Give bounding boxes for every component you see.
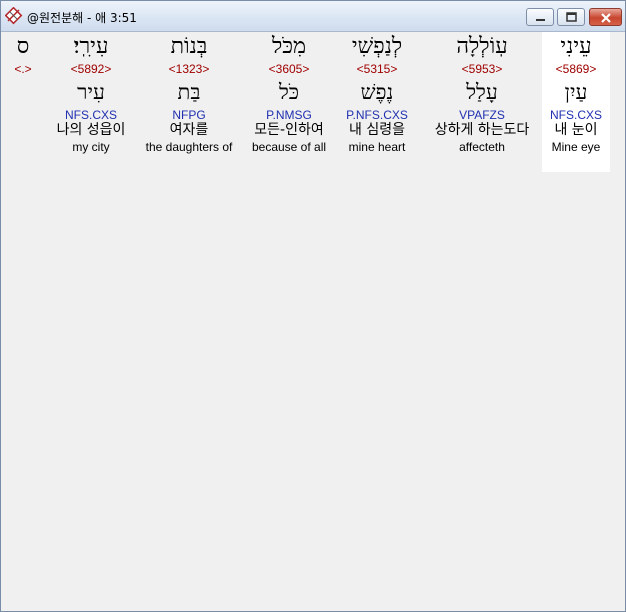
english-gloss: my city [72,140,110,154]
title-bar[interactable]: @원전분해 - 애 3:51 [1,1,625,32]
maximize-button[interactable] [557,8,585,26]
lexical-root: עִיר [77,80,105,104]
word-column[interactable]: בְּנוֹת <1323> בַּת NFPG 여자를 the daughters of [139,32,239,154]
lexical-root: בַּת [177,80,201,104]
hebrew-word: מִכֹּל [271,34,307,59]
app-logo-icon [4,6,23,25]
english-gloss: Mine eye [551,140,601,154]
word-column[interactable]: ס <.> [5,32,41,154]
hebrew-word: עִירִֽי׃ [73,34,109,59]
hebrew-word: לְנַפְשִׁי [351,34,403,59]
korean-gloss: 내 눈이 [554,122,598,138]
word-column[interactable]: לְנַפְשִׁי <5315> נֶפֶשׁ P.NFS.CXS 내 심령을 mine… [339,32,415,154]
english-gloss: the daughters of [145,140,233,154]
minimize-button[interactable] [526,8,554,26]
lexical-root: עַיִן [564,80,588,104]
english-gloss: because of all [251,140,327,154]
word-column[interactable]: מִכֹּל <3605> כֹּל P.NMSG 모든-인하여 because of a… [247,32,331,154]
strong-number: <5869> [555,62,597,76]
parsing-code: P.NMSG [266,108,312,122]
word-column[interactable]: עִירִֽי׃ <5892> עִיר NFS.CXS 나의 성읍이 my city [53,32,129,154]
lexical-root [5,76,41,108]
parsing-code: P.NFS.CXS [346,108,408,122]
word-column[interactable]: עֽוֹלְלָה <5953> עָלַל VPAFZS 상하게 하는도다 affect… [422,32,542,154]
word-column[interactable]: עֵינִי <5869> עַיִן NFS.CXS 내 눈이 Mine eye [542,32,610,172]
english-gloss: affecteth [459,140,505,154]
strong-number: <.> [14,62,32,76]
korean-gloss [5,122,41,140]
english-gloss [5,140,41,154]
app-window: @원전분해 - 애 3:51 עֵינִי <5869> עַיִן NFS.CXS 내… [0,0,626,612]
parsing-code: NFPG [172,108,206,122]
lexical-root: נֶפֶשׁ [360,80,394,104]
korean-gloss: 상하게 하는도다 [434,122,530,138]
word-analysis-panel: עֵינִי <5869> עַיִן NFS.CXS 내 눈이 Mine eye עֽוֹ… [5,32,621,608]
parsing-code: NFS.CXS [549,108,602,122]
strong-number: <1323> [168,62,210,76]
maximize-icon [566,12,577,22]
parsing-code [5,108,41,122]
hebrew-word: בְּנוֹת [170,34,208,59]
close-icon [601,13,611,23]
strong-number: <5315> [356,62,398,76]
window-title: @원전분해 - 애 3:51 [27,11,137,25]
close-button[interactable] [589,8,622,26]
korean-gloss: 내 심령을 [349,122,405,138]
strong-number: <5953> [461,62,503,76]
hebrew-word: עֽוֹלְלָה [456,34,508,59]
korean-gloss: 여자를 [169,122,209,138]
korean-gloss: 나의 성읍이 [56,122,126,138]
parsing-code: VPAFZS [459,108,505,122]
hebrew-word: ס [16,34,30,59]
lexical-root: עָלַל [466,80,498,104]
strong-number: <5892> [70,62,112,76]
strong-number: <3605> [268,62,310,76]
minimize-icon [536,19,545,21]
english-gloss: mine heart [348,140,406,154]
lexical-root: כֹּל [278,80,300,104]
korean-gloss: 모든-인하여 [254,122,324,138]
hebrew-word: עֵינִי [560,34,592,59]
parsing-code: NFS.CXS [64,108,117,122]
